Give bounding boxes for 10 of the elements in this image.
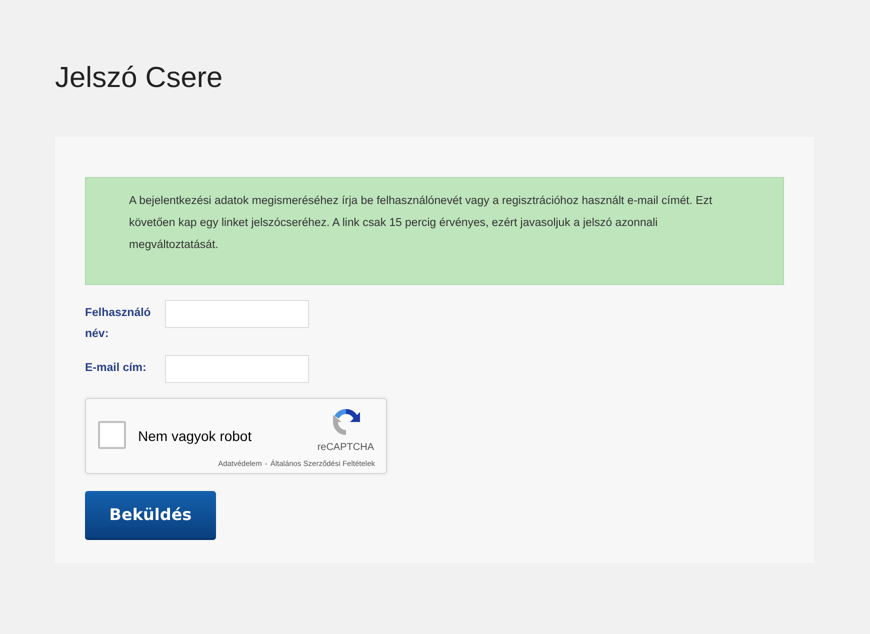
input-field[interactable] [165, 355, 309, 383]
captcha-label: Nem vagyok robot [138, 428, 252, 446]
input-field[interactable] [165, 300, 309, 328]
field-label: Felhasználó név: [85, 306, 152, 342]
field-label: E-mail cím: [85, 361, 148, 376]
page-title: Jelszó Csere [55, 62, 224, 95]
submit-button[interactable]: Beküldés [85, 491, 216, 540]
captcha-checkbox[interactable] [98, 421, 126, 449]
captcha-brand: reCAPTCHA [317, 442, 374, 453]
notice-text: A bejelentkezési adatok megismeréséhez írja be felhasználónevét vagy a regisztrációhoz használt e-mail címét. Ezt követően kap egy linket jelszócseréhez. A link csak 15 percig érvényes, ezért javasoljuk a jelszó azonnali megváltoztatását. [129, 194, 714, 253]
